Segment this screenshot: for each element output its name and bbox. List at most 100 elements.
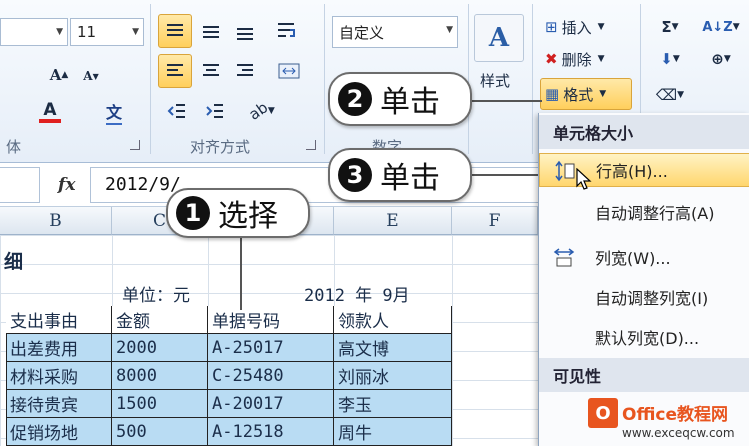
- menu-item-autofit-row-label: 自动调整行高(A): [595, 204, 715, 223]
- delete-label: 删除: [561, 50, 592, 69]
- table-cell[interactable]: 接待贵宾: [6, 390, 112, 418]
- binoculars-icon: ⊕: [711, 50, 724, 68]
- table-cell[interactable]: 李玉: [334, 390, 452, 418]
- menu-header-cell-size: 单元格大小: [539, 115, 749, 149]
- mouse-cursor-icon: [576, 168, 592, 190]
- formula-input[interactable]: 2012/9/: [90, 167, 550, 203]
- table-cell[interactable]: A-20017: [208, 390, 334, 418]
- menu-item-column-width[interactable]: 列宽(W)...: [539, 240, 749, 274]
- menu-item-default-width[interactable]: 默认列宽(D)...: [539, 320, 749, 354]
- menu-item-autofit-column-label: 自动调整列宽(I): [595, 289, 709, 308]
- group-font-label: 体: [6, 138, 22, 156]
- align-right-icon: [237, 64, 253, 76]
- menu-item-column-width-label: 列宽(W)...: [595, 249, 671, 268]
- shrink-font-button[interactable]: A ▼: [78, 62, 104, 90]
- font-name-combo[interactable]: ▼: [0, 18, 68, 46]
- align-middle-button[interactable]: [196, 14, 226, 48]
- group-separator: [150, 4, 151, 154]
- align-middle-icon: [203, 26, 219, 38]
- table-cell[interactable]: 促销场地: [6, 418, 112, 446]
- find-select-button[interactable]: ⊕ ▼: [696, 44, 746, 74]
- menu-item-autofit-column[interactable]: 自动调整列宽(I): [539, 280, 749, 314]
- table-cell[interactable]: A-12518: [208, 418, 334, 446]
- group-separator: [468, 4, 469, 154]
- column-header-b[interactable]: B: [0, 207, 112, 235]
- align-bottom-button[interactable]: [230, 14, 260, 48]
- fill-down-icon: ⬇: [660, 50, 673, 68]
- date-label: 2012 年 9月: [304, 286, 410, 306]
- table-cell[interactable]: 周牛: [334, 418, 452, 446]
- step-number-3: 3: [338, 158, 372, 192]
- align-left-button[interactable]: [158, 54, 192, 88]
- table-header-cell[interactable]: 单据号码: [208, 306, 334, 334]
- menu-item-autofit-row[interactable]: 自动调整行高(A): [539, 195, 749, 229]
- number-format-value: 自定义: [339, 23, 385, 42]
- sort-filter-button[interactable]: A↓Z ▼: [696, 12, 746, 42]
- sheet-title-fragment: 细: [4, 251, 24, 273]
- callout-1-leader: [240, 238, 242, 310]
- number-format-combo[interactable]: 自定义 ▼: [332, 16, 458, 48]
- callout-2-leader: [470, 100, 542, 102]
- format-cells-button[interactable]: ▦ 格式 ▼: [540, 78, 632, 110]
- watermark: O Office教程网 www.exceqcw.com: [582, 394, 749, 446]
- office-logo-icon: O: [588, 398, 618, 428]
- gridline-col: [452, 235, 453, 446]
- grow-font-button[interactable]: A ▲: [44, 60, 74, 90]
- grow-font-label: A: [49, 66, 62, 84]
- watermark-url: www.exceqcw.com: [622, 426, 735, 440]
- dialog-launcher-icon[interactable]: [306, 140, 316, 150]
- align-top-button[interactable]: [158, 14, 192, 48]
- align-center-button[interactable]: [196, 54, 226, 88]
- column-header-e[interactable]: E: [334, 207, 452, 235]
- decrease-indent-icon: [167, 104, 185, 118]
- merge-cells-icon: [278, 63, 300, 79]
- menu-item-row-height[interactable]: 行高(H)...: [539, 153, 749, 187]
- fill-button[interactable]: ⬇ ▼: [648, 44, 692, 74]
- increase-indent-button[interactable]: [198, 96, 232, 126]
- font-color-button[interactable]: A: [28, 96, 72, 128]
- phonetic-button[interactable]: 文: [92, 96, 136, 128]
- shrink-font-label: A: [83, 69, 93, 83]
- insert-cells-button[interactable]: ⊞ 插入 ▼: [540, 12, 632, 42]
- table-cell[interactable]: 1500: [112, 390, 208, 418]
- menu-header-visibility: 可见性: [539, 358, 749, 392]
- align-right-button[interactable]: [230, 54, 260, 88]
- watermark-brand: Office教程网: [622, 405, 729, 425]
- step-number-2: 2: [338, 82, 372, 116]
- phonetic-icon: 文: [105, 99, 122, 125]
- table-cell[interactable]: C-25480: [208, 362, 334, 390]
- group-separator: [324, 4, 325, 154]
- clear-button[interactable]: ⌫ ▼: [648, 80, 692, 110]
- table-cell[interactable]: 8000: [112, 362, 208, 390]
- font-size-combo[interactable]: 11 ▼: [70, 18, 144, 46]
- table-cell[interactable]: A-25017: [208, 334, 334, 362]
- fx-icon[interactable]: fx: [58, 175, 75, 195]
- table-cell[interactable]: 出差费用: [6, 334, 112, 362]
- table-cell[interactable]: 高文博: [334, 334, 452, 362]
- callout-3-leader: [470, 174, 542, 176]
- table-cell[interactable]: 500: [112, 418, 208, 446]
- format-cells-icon: ▦: [545, 85, 560, 103]
- delete-cells-icon: ✖: [545, 50, 558, 68]
- callout-step-1: 1 选择: [166, 188, 310, 238]
- table-header-cell[interactable]: 金额: [112, 306, 208, 334]
- menu-item-default-width-label: 默认列宽(D)...: [595, 329, 700, 348]
- decrease-indent-button[interactable]: [160, 96, 194, 126]
- orientation-button[interactable]: [270, 14, 304, 48]
- format-label: 格式: [563, 85, 594, 104]
- styles-button[interactable]: A: [474, 14, 524, 62]
- text-orientation-button[interactable]: ab ▼: [244, 96, 280, 126]
- insert-cells-icon: ⊞: [545, 18, 558, 36]
- chevron-down-icon: ▼: [446, 25, 453, 35]
- menu-item-row-height-label: 行高(H)...: [596, 162, 668, 181]
- delete-cells-button[interactable]: ✖ 删除 ▼: [540, 44, 632, 74]
- table-cell[interactable]: 刘丽冰: [334, 362, 452, 390]
- autosum-button[interactable]: Σ ▼: [648, 12, 692, 42]
- table-header-cell[interactable]: 领款人: [334, 306, 452, 334]
- table-cell[interactable]: 2000: [112, 334, 208, 362]
- dialog-launcher-icon[interactable]: [130, 140, 140, 150]
- table-header-cell[interactable]: 支出事由: [6, 306, 112, 334]
- merge-center-button[interactable]: [270, 54, 310, 88]
- table-cell[interactable]: 材料采购: [6, 362, 112, 390]
- column-header-f[interactable]: F: [452, 207, 538, 235]
